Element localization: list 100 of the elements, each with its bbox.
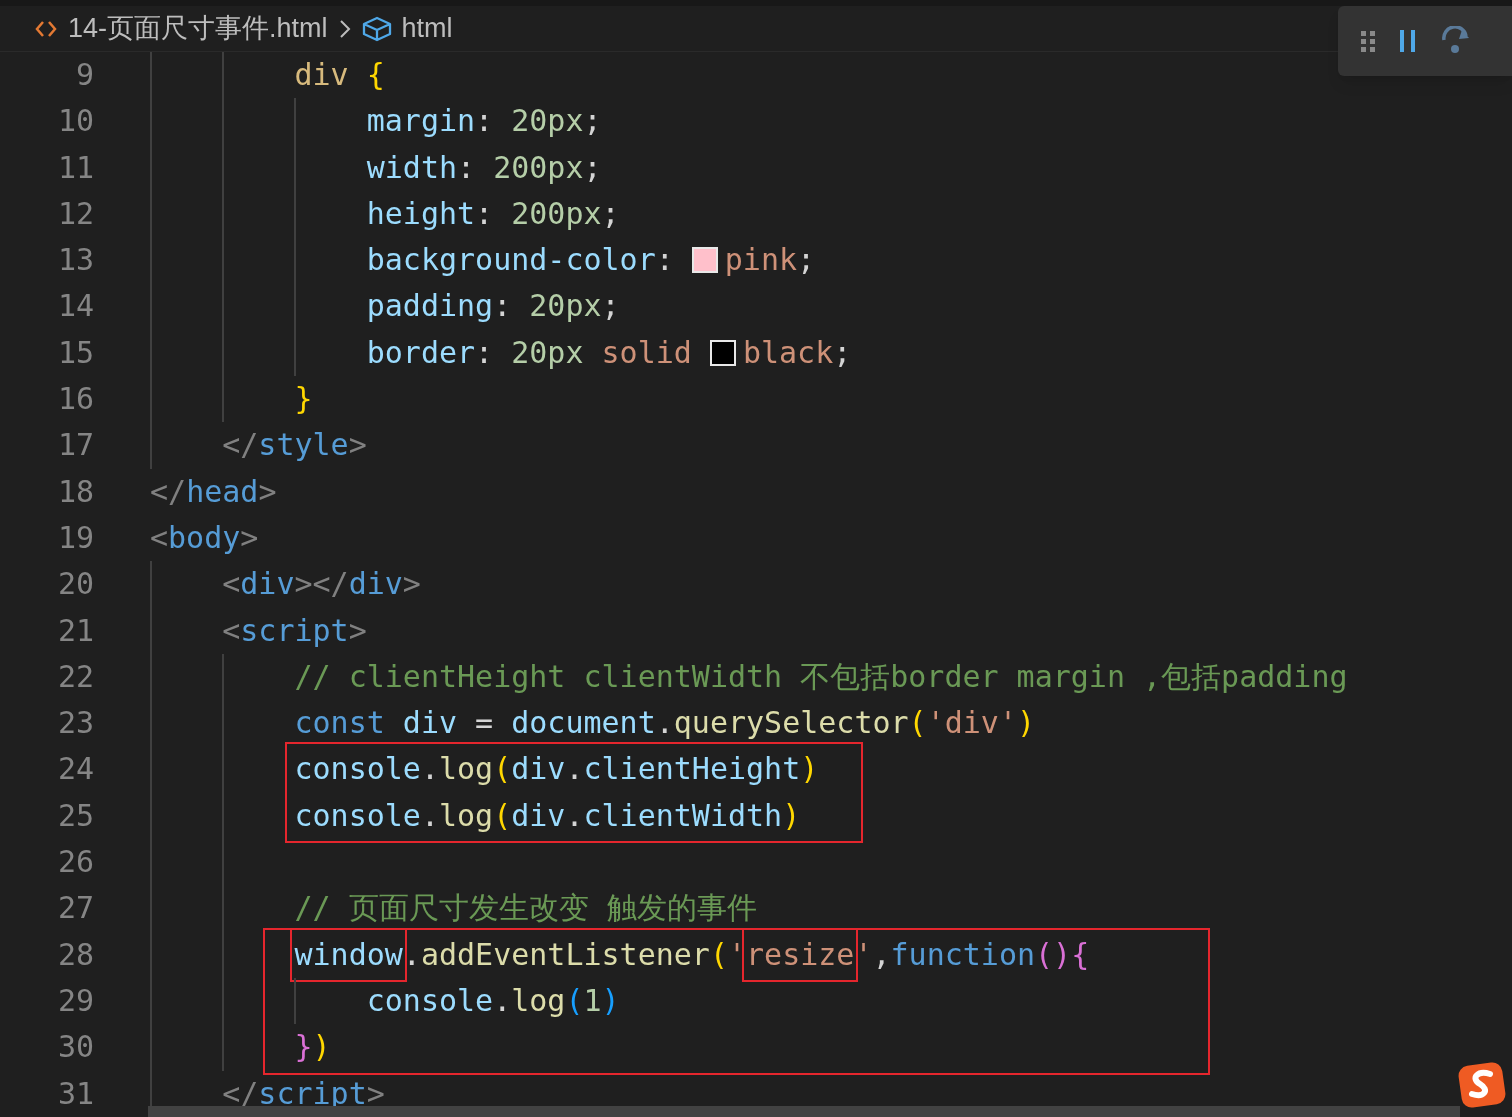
code-punctuation: . <box>493 981 512 1020</box>
line-number: 18 <box>57 473 94 509</box>
tag-name: script <box>240 611 349 650</box>
code-punctuation: ; <box>583 148 602 187</box>
code-punctuation: ; <box>583 102 602 141</box>
code-punctuation: . <box>565 750 584 789</box>
code-comment: // 页面尺寸发生改变 触发的事件 <box>294 889 757 928</box>
line-number: 27 <box>57 890 94 926</box>
breadcrumb-symbol[interactable]: html <box>401 8 453 49</box>
tag-bracket: ></ <box>294 565 349 604</box>
code-punctuation: . <box>420 796 439 835</box>
code-identifier: div <box>511 750 566 789</box>
code-punctuation: . <box>655 704 674 743</box>
code-punctuation: ; <box>601 287 620 326</box>
line-number: 25 <box>57 797 94 833</box>
cube-icon <box>361 15 392 42</box>
line-number: 9 <box>75 57 94 92</box>
line-number: 31 <box>57 1075 94 1111</box>
code-keyword: const <box>294 704 385 743</box>
code-brace: } <box>294 380 313 419</box>
tag-name: div <box>240 565 295 604</box>
code-number: 20px <box>529 287 602 326</box>
code-brace: ) <box>782 796 801 835</box>
code-identifier: div <box>401 704 458 743</box>
tag-name: body <box>168 518 241 557</box>
tag-bracket: > <box>258 472 277 511</box>
css-property: width <box>366 148 457 187</box>
css-selector: div <box>294 56 349 94</box>
tag-bracket: </ <box>222 1074 259 1113</box>
code-identifier: console <box>366 981 494 1020</box>
code-punctuation: : <box>493 287 513 326</box>
tag-name: div <box>348 565 403 604</box>
code-punctuation: = <box>474 704 495 743</box>
grip-icon[interactable] <box>1360 29 1376 53</box>
code-brace: ( <box>493 750 512 789</box>
line-number: 19 <box>57 519 94 555</box>
code-comment: // clientHeight clientWidth 不包括border margin ,包括padding <box>294 657 1348 696</box>
code-string: 'div' <box>926 704 1017 743</box>
line-number: 26 <box>57 844 94 880</box>
line-number: 28 <box>57 936 94 972</box>
code-keyword: function <box>890 935 1035 974</box>
tag-bracket: > <box>348 426 367 465</box>
code-number: 20px <box>511 102 584 141</box>
tag-bracket: < <box>222 565 241 604</box>
code-identifier: clientHeight <box>583 750 801 789</box>
line-number: 14 <box>57 288 94 324</box>
css-property: margin <box>366 102 476 141</box>
code-brace: ) <box>1016 704 1036 743</box>
code-brace: ) <box>312 1028 331 1067</box>
code-number: 200px <box>511 194 602 233</box>
color-swatch[interactable] <box>691 247 718 274</box>
line-number: 11 <box>57 149 94 185</box>
horizontal-scrollbar[interactable] <box>148 1106 1460 1117</box>
function-name: addEventListener <box>420 935 710 974</box>
line-number: 12 <box>57 195 94 231</box>
color-swatch[interactable] <box>709 339 736 366</box>
line-number: 21 <box>57 612 94 648</box>
code-number: 200px <box>493 148 584 187</box>
line-number: 15 <box>57 334 94 370</box>
code-punctuation: ; <box>601 194 620 233</box>
code-punctuation: : <box>457 148 477 187</box>
code-string: ' <box>854 935 873 974</box>
function-name: log <box>511 981 566 1020</box>
tag-bracket: </ <box>150 472 187 511</box>
code-brace: ) <box>800 750 819 789</box>
code-identifier: document <box>511 704 656 743</box>
code-identifier: div <box>511 796 566 835</box>
tag-bracket: > <box>240 518 259 557</box>
code-punctuation: : <box>475 333 495 372</box>
css-property: height <box>366 194 476 233</box>
breadcrumb-file[interactable]: 14-页面尺寸事件.html <box>68 8 328 49</box>
code-bracket: } <box>294 1028 313 1067</box>
tag-name: script <box>258 1074 367 1113</box>
css-property: border <box>366 333 476 372</box>
code-punctuation: : <box>655 241 675 280</box>
code-brace: ( <box>908 704 927 743</box>
css-property: background-color <box>366 241 656 280</box>
code-identifier: clientWidth <box>583 796 783 835</box>
code-bracket: ) <box>601 981 620 1020</box>
line-number: 17 <box>57 427 94 463</box>
function-name: querySelector <box>673 704 909 743</box>
code-bracket: ( <box>565 981 584 1020</box>
ime-icon[interactable] <box>1458 1062 1506 1108</box>
tag-bracket: > <box>366 1074 385 1113</box>
code-identifier: console <box>294 796 421 835</box>
code-string: pink <box>724 241 798 280</box>
tag-bracket: > <box>402 565 421 604</box>
line-number: 22 <box>57 658 94 694</box>
code-punctuation: : <box>475 102 495 141</box>
tag-bracket: </ <box>222 426 259 465</box>
code-punctuation: . <box>565 796 584 835</box>
line-number: 24 <box>57 751 94 787</box>
code-number: 20px <box>511 333 584 372</box>
code-punctuation: ; <box>797 241 816 280</box>
tag-bracket: > <box>348 611 367 650</box>
css-property: padding <box>366 287 494 326</box>
line-number: 29 <box>57 982 94 1018</box>
code-punctuation: , <box>872 935 891 974</box>
line-number: 10 <box>57 103 94 139</box>
code-brace: { <box>365 56 385 94</box>
